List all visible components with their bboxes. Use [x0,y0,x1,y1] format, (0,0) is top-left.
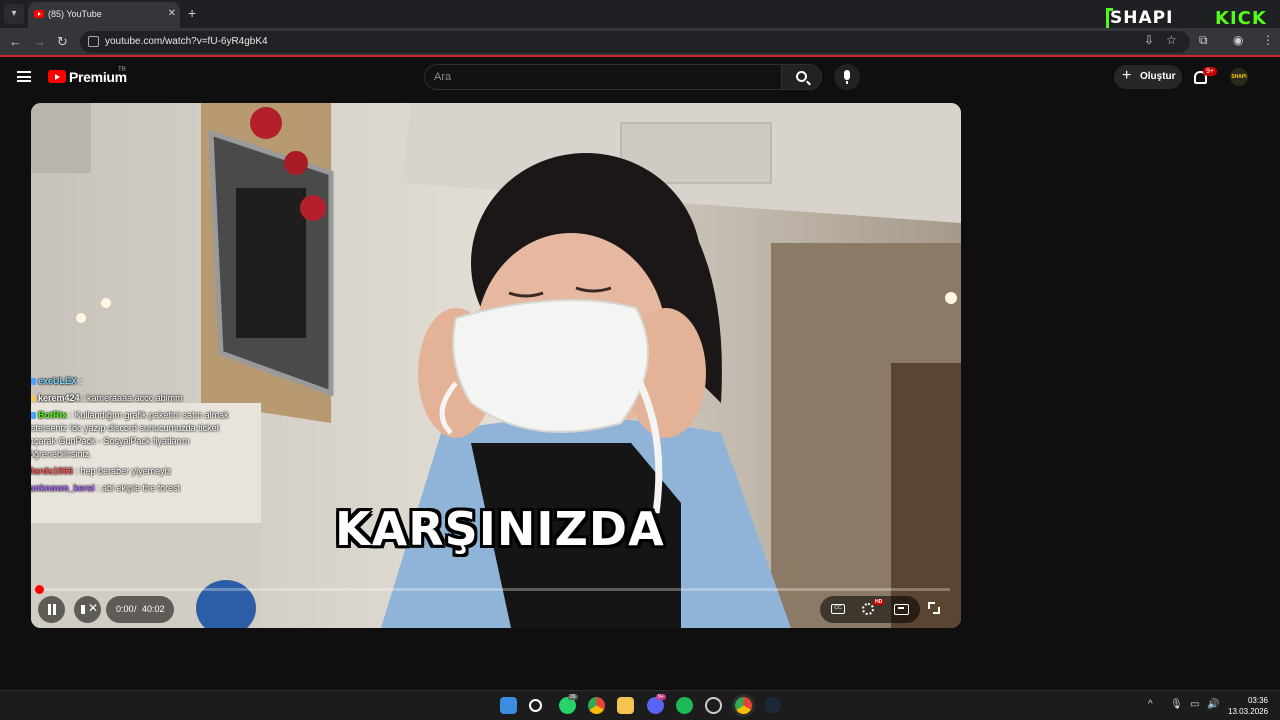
chat-message: BotRix : Kullandığım grafik paketini sat… [31,409,239,461]
chat-text: : abi ekiple the forest [94,483,181,493]
chat-username: BotRix [38,410,67,420]
hd-badge: HD [873,599,885,605]
windows-taskbar: 26 9+ ^ 🎙 ▭ 🔊 03:36 13.03.2026 [0,690,1280,720]
discord-badge: 9+ [656,694,666,700]
back-arrow-icon[interactable]: ← [9,34,22,49]
seek-bar[interactable] [39,588,950,591]
profile-avatar-icon[interactable]: ◉ [1233,33,1243,47]
overlay-kick-logo: KICK [1215,8,1267,29]
chrome-icon[interactable] [588,697,605,714]
chat-username: kerem424 [38,393,80,403]
file-explorer-icon[interactable] [617,697,634,714]
taskbar-search-icon[interactable] [529,699,542,712]
search-button[interactable] [782,64,822,90]
player-right-controls: CC HD [820,596,920,623]
chat-badge-icon [31,412,36,419]
spotify-icon[interactable] [676,697,693,714]
chat-text: : [77,376,83,386]
tab-close-icon[interactable]: ✕ [168,8,176,19]
url-text: youtube.com/watch?v=fU-6yR4gbK4 [105,36,268,47]
mute-x-icon: ✕ [88,601,99,615]
chat-message: exeULEX : [31,375,239,388]
create-button[interactable]: + Oluştur [1114,65,1182,89]
browser-tab-youtube[interactable]: (85) YouTube ✕ [28,2,180,28]
chat-message: kerem424 : kameraaaa accc abimm [31,392,239,405]
microphone-icon [844,70,850,84]
chat-badge-icon [31,395,36,402]
new-tab-button[interactable]: + [188,5,196,21]
menu-hamburger-icon[interactable] [17,71,31,82]
clock-time: 03:36 [1247,696,1268,705]
browser-tab-strip: ▾ (85) YouTube ✕ + SHAPI KICK [0,0,1280,29]
search-icon [796,71,807,82]
voice-search-button[interactable] [834,64,860,90]
search-input[interactable] [434,69,764,85]
chat-badge-icon [31,378,36,385]
browser-toolbar: ← → ↻ youtube.com/watch?v=fU-6yR4gbK4 ⇩ … [0,28,1280,57]
stream-chat-overlay: exeULEX : kerem424 : kameraaaa accc abim… [31,375,239,499]
install-app-icon[interactable]: ⇩ [1144,33,1154,47]
video-caption: KARŞINIZDA [335,502,665,556]
chat-message: unknown_kersi : abi ekiple the forest [31,482,239,495]
forward-arrow-icon[interactable]: → [33,34,46,49]
tray-mic-icon[interactable]: 🎙 [1170,699,1183,710]
search-box [424,64,782,90]
steam-icon[interactable] [764,697,781,714]
chat-username: unknown_kersi [31,483,95,493]
browser-menu-icon[interactable]: ⋮ [1262,33,1274,47]
youtube-logo-icon[interactable] [48,70,66,83]
youtube-header: Premium TR + Oluştur 9+ SHAPI [0,58,1280,96]
whatsapp-badge: 26 [568,694,578,700]
mute-button[interactable]: ✕ [74,596,101,623]
current-time: 0:00 [116,604,134,614]
miniplayer-icon[interactable] [894,604,909,615]
extensions-icon[interactable]: ⧉ [1199,33,1208,48]
github-desktop-icon[interactable] [705,697,722,714]
settings-gear-icon[interactable] [862,603,874,615]
overlay-shapi-logo: SHAPI [1105,8,1174,29]
chat-username: exeULEX [38,376,78,386]
plus-icon: + [1122,67,1132,84]
time-separator: / [134,604,137,614]
chat-username: 0ards1966 [31,466,74,476]
region-code: TR [118,67,126,73]
chat-message: 0ards1966 : hep beraber yiyemeyiz [31,465,239,478]
chat-text: : hep beraber yiyemeyiz [73,466,172,476]
account-avatar[interactable]: SHAPI [1230,68,1248,86]
site-info-icon[interactable] [88,36,99,47]
bookmark-star-icon[interactable]: ☆ [1166,33,1177,47]
taskbar-clock[interactable]: 03:36 13.03.2026 [1228,695,1268,717]
clock-date: 13.03.2026 [1228,707,1269,716]
chrome-active-icon[interactable] [735,697,752,714]
tray-volume-icon[interactable]: 🔊 [1207,699,1219,710]
reload-icon[interactable]: ↻ [57,34,68,50]
youtube-favicon-icon [34,10,44,18]
tray-overflow-chevron-icon[interactable]: ^ [1148,699,1153,710]
address-bar[interactable]: youtube.com/watch?v=fU-6yR4gbK4 [80,31,1190,53]
tray-network-icon[interactable]: ▭ [1190,699,1199,710]
tab-search-button[interactable]: ▾ [4,4,24,24]
pause-button[interactable] [38,596,65,623]
speaker-muted-icon [81,605,85,614]
notification-count-badge: 9+ [1203,67,1217,76]
subtitles-icon[interactable]: CC [831,604,845,614]
fullscreen-icon[interactable] [928,602,940,614]
chat-text: : kameraaaa accc abimm [79,393,183,403]
time-display: 0:00 / 40:02 [106,596,174,623]
duration: 40:02 [142,604,165,614]
tab-title: (85) YouTube [48,9,102,19]
windows-start-icon[interactable] [500,697,517,714]
seek-handle[interactable] [35,585,44,594]
create-label: Oluştur [1140,71,1176,82]
